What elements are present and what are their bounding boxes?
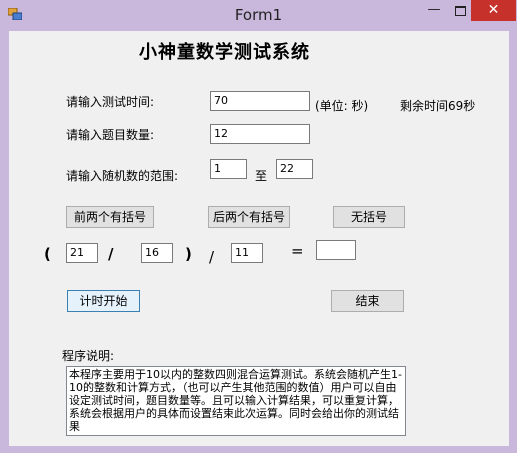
time-input[interactable]: 70 [210,91,310,111]
description-textbox[interactable]: 本程序主要用于10以内的整数四则混合运算测试。系统会随机产生1-10的整数和计算… [66,366,406,436]
page-title: 小神童数学测试系统 [139,42,310,63]
range-min-input[interactable]: 1 [210,159,247,179]
equals-sign: = [291,242,304,260]
no-paren-button[interactable]: 无括号 [333,206,405,228]
maximize-icon [455,6,466,16]
maximize-button[interactable] [447,1,473,21]
operator-2: / [209,248,215,266]
time-label: 请输入测试时间: [66,95,155,109]
operand-c-input[interactable]: 11 [231,243,263,263]
form-window: Form1 — ✕ 小神童数学测试系统 请输入测试时间: 70 (单位: 秒) … [0,0,517,453]
operand-a-input[interactable]: 21 [66,243,98,263]
description-label: 程序说明: [62,349,115,363]
time-unit-label: (单位: 秒) [315,99,369,113]
start-timer-button[interactable]: 计时开始 [67,290,140,312]
title-bar: Form1 — ✕ [0,0,517,30]
remaining-time-label: 剩余时间69秒 [400,99,476,113]
range-to-label: 至 [255,169,268,183]
close-paren: ) [185,245,192,263]
minimize-button[interactable]: — [421,1,447,21]
range-max-input[interactable]: 22 [276,159,313,179]
front-paren-button[interactable]: 前两个有括号 [66,206,154,228]
end-button[interactable]: 结束 [331,290,404,312]
back-paren-button[interactable]: 后两个有括号 [208,206,290,228]
count-label: 请输入题目数量: [66,128,155,142]
count-input[interactable]: 12 [210,124,310,144]
form-client-area: 小神童数学测试系统 请输入测试时间: 70 (单位: 秒) 剩余时间69秒 请输… [9,31,509,446]
open-paren: ( [44,245,51,263]
answer-input[interactable] [316,240,356,260]
range-label: 请输入随机数的范围: [66,169,179,183]
operand-b-input[interactable]: 16 [141,243,173,263]
operator-1: / [108,245,114,263]
close-button[interactable]: ✕ [471,0,516,21]
